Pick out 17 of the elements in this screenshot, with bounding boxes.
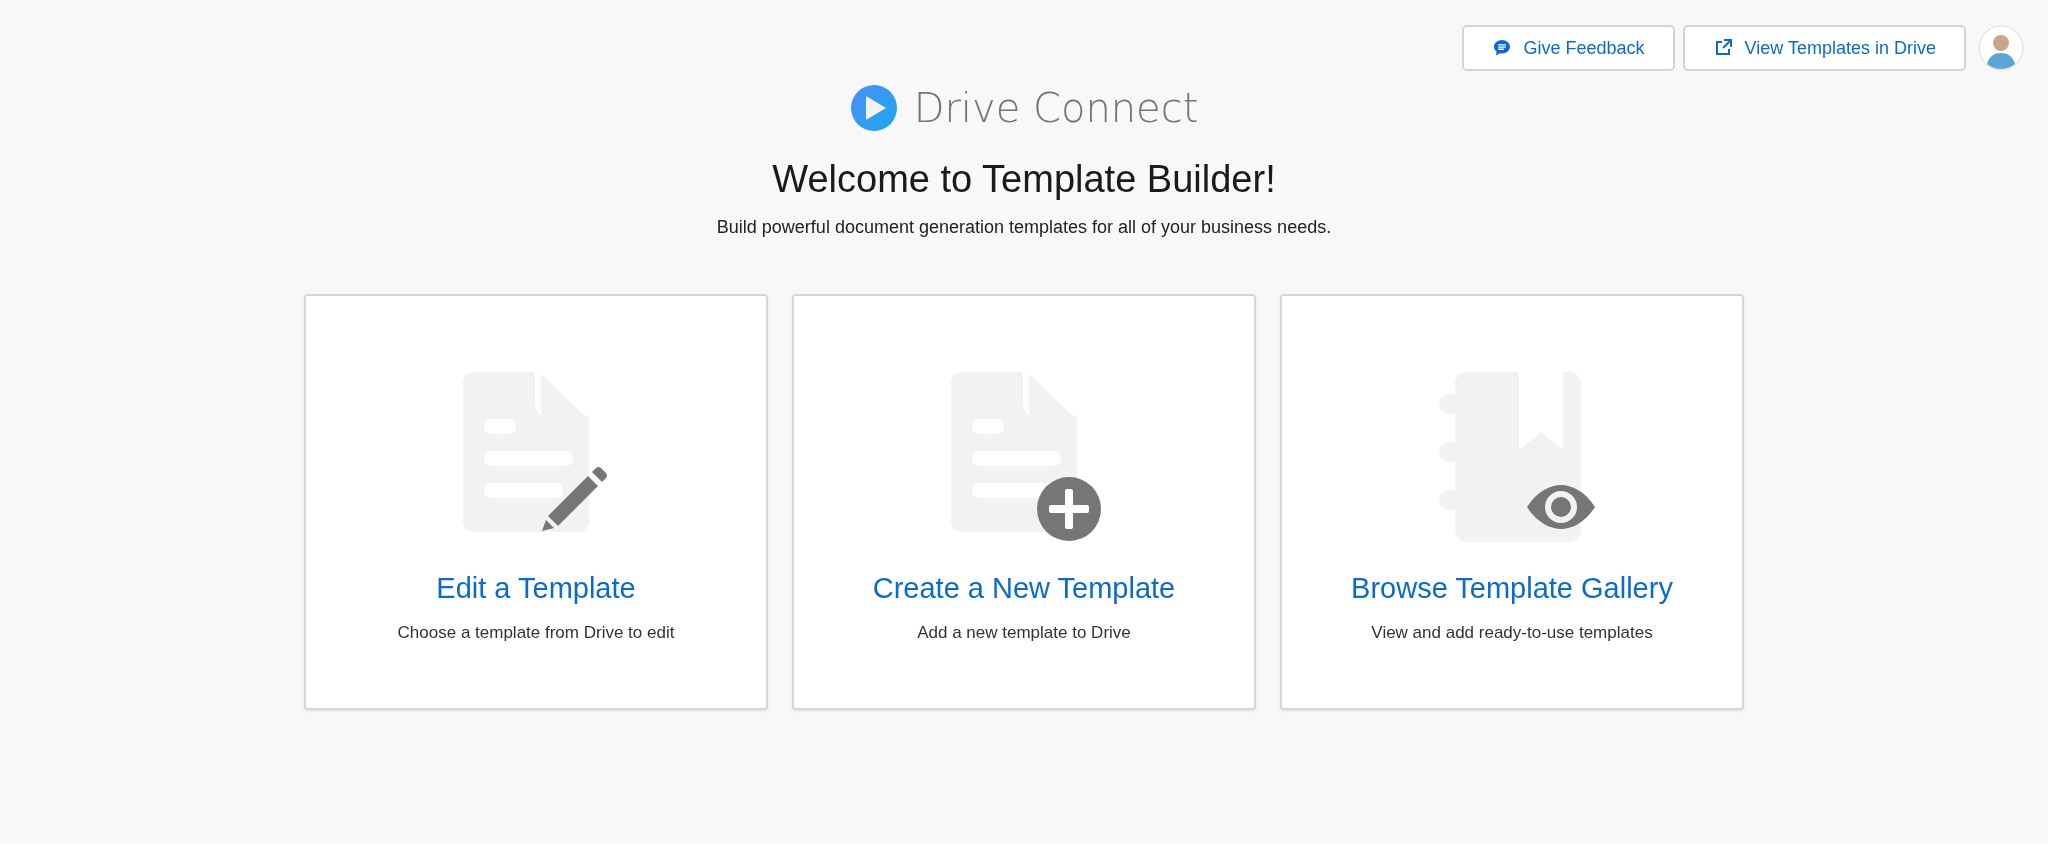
card-title[interactable]: Browse Template Gallery	[1351, 572, 1673, 605]
welcome-title: Welcome to Template Builder!	[772, 158, 1276, 201]
option-card[interactable]: Edit a Template Choose a template from Drive to edit	[304, 294, 768, 710]
app-name: Drive Connect	[913, 85, 1199, 131]
play-logo-icon	[849, 84, 898, 132]
feedback-button[interactable]: Give Feedback	[1461, 25, 1675, 71]
card-description: Add a new template to Drive	[917, 623, 1131, 643]
option-card[interactable]: Create a New Template Add a new template to Drive	[792, 294, 1256, 710]
view-templates-button[interactable]: View Templates in Drive	[1682, 25, 1966, 71]
card-title[interactable]: Create a New Template	[872, 572, 1176, 605]
welcome-subtitle: Build powerful document generation templates for all of your business needs.	[716, 217, 1332, 238]
chat-bubble-icon	[1491, 38, 1512, 58]
card-title[interactable]: Edit a Template	[436, 572, 636, 605]
card-description: View and add ready-to-use templates	[1371, 623, 1653, 643]
avatar[interactable]	[1978, 25, 2024, 71]
card-description: Choose a template from Drive to edit	[397, 623, 675, 643]
option-card[interactable]: Browse Template Gallery View and add ready-to-use templates	[1280, 294, 1744, 710]
